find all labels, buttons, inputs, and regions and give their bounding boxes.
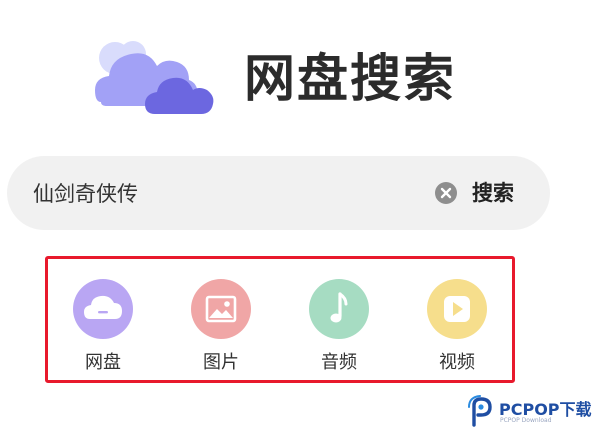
category-label: 图片 <box>203 352 239 373</box>
search-bar: 搜索 <box>7 156 550 230</box>
search-button[interactable]: 搜索 <box>472 175 514 211</box>
music-note-icon <box>309 279 369 339</box>
watermark-tagline: PCPOP Download <box>500 417 552 424</box>
category-video[interactable]: 视频 <box>412 279 502 375</box>
image-icon <box>191 279 251 339</box>
category-label: 视频 <box>439 352 475 373</box>
cloud-drive-icon <box>73 279 133 339</box>
category-label: 网盘 <box>85 352 121 373</box>
pcpop-logo-icon <box>466 395 496 429</box>
play-icon <box>427 279 487 339</box>
clear-icon[interactable] <box>435 182 457 204</box>
category-image[interactable]: 图片 <box>176 279 266 375</box>
watermark: PCPOP下载 PCPOP Download <box>466 393 600 433</box>
category-label: 音频 <box>321 352 357 373</box>
cloud-icon <box>93 40 217 116</box>
category-highlight-box: 网盘 图片 音频 视频 <box>45 256 515 383</box>
category-cloud-drive[interactable]: 网盘 <box>58 279 148 375</box>
search-input[interactable] <box>33 175 423 211</box>
category-audio[interactable]: 音频 <box>294 279 384 375</box>
app-title: 网盘搜索 <box>244 50 457 109</box>
